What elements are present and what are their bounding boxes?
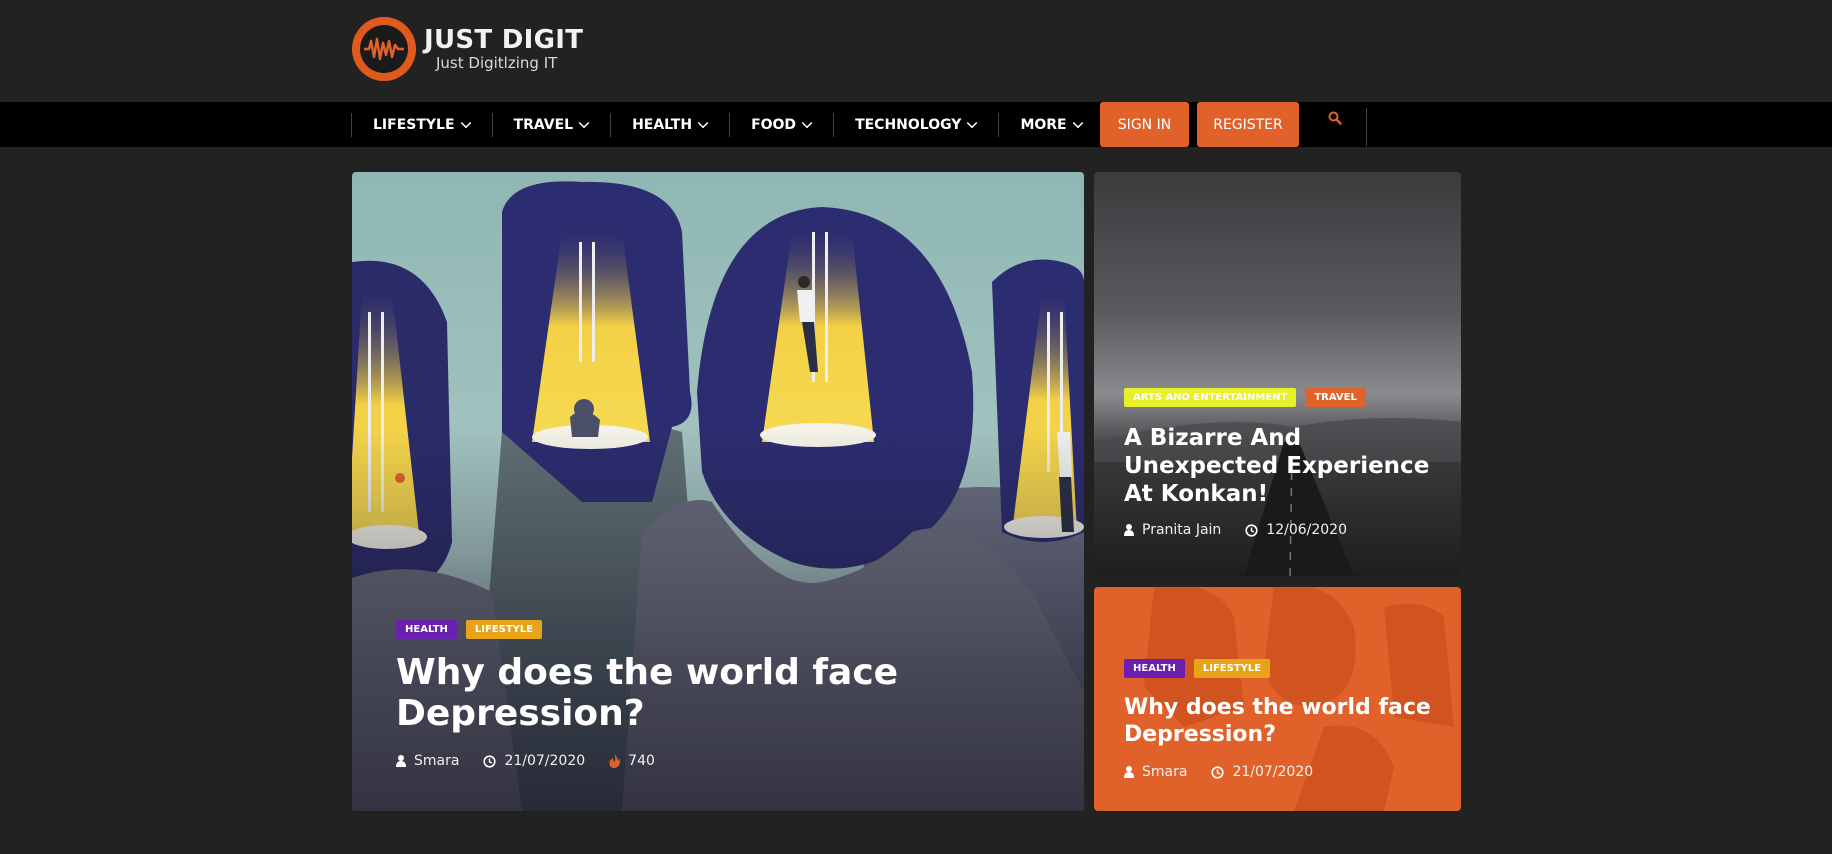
fire-icon [609, 754, 621, 768]
nav-item-label: TECHNOLOGY [855, 116, 962, 133]
tag-health[interactable]: HEALTH [1124, 659, 1185, 678]
user-icon [396, 755, 406, 767]
nav-item-label: MORE [1020, 116, 1067, 133]
site-tagline: Just Digitlzing IT [436, 54, 558, 72]
site-logo[interactable]: JUST DIGIT Just Digitlzing IT [352, 17, 583, 81]
search-icon[interactable] [1328, 111, 1342, 125]
featured-post-side-1[interactable]: ARTS AND ENTERTAINMENT TRAVEL A Bizarre … [1094, 172, 1461, 576]
clock-icon [1211, 765, 1225, 779]
post-date: 21/07/2020 [1232, 764, 1314, 780]
nav-item-technology[interactable]: TECHNOLOGY [833, 112, 998, 137]
nav-item-food[interactable]: FOOD [729, 112, 833, 137]
post-meta: Smara 21/07/2020 740 [396, 753, 679, 769]
nav-item-label: LIFESTYLE [373, 116, 455, 133]
post-tags: ARTS AND ENTERTAINMENT TRAVEL [1124, 388, 1366, 407]
post-author[interactable]: Smara [414, 753, 459, 769]
nav-item-label: TRAVEL [513, 116, 574, 133]
tag-travel[interactable]: TRAVEL [1305, 388, 1366, 407]
clock-icon [1245, 523, 1258, 537]
chevron-down-icon [967, 117, 978, 129]
post-title[interactable]: Why does the world face Depression? [396, 652, 996, 734]
tag-arts-and-entertainment[interactable]: ARTS AND ENTERTAINMENT [1124, 388, 1297, 407]
tag-lifestyle[interactable]: LIFESTYLE [1193, 659, 1271, 678]
user-icon [1124, 766, 1134, 778]
clock-icon [483, 754, 497, 768]
logo-waveform-icon [352, 17, 416, 81]
post-meta: Smara 21/07/2020 [1124, 764, 1337, 780]
chevron-down-icon [1072, 117, 1083, 129]
post-author[interactable]: Smara [1142, 764, 1187, 780]
chevron-down-icon [697, 117, 709, 129]
tag-health[interactable]: HEALTH [396, 620, 457, 639]
post-title[interactable]: Why does the world face Depression? [1124, 694, 1454, 748]
post-author[interactable]: Pranita Jain [1142, 522, 1221, 538]
main-nav: LIFESTYLE TRAVEL HEALTH FOOD TECHNOLOGY … [0, 102, 1832, 147]
nav-divider [1366, 108, 1367, 146]
chevron-down-icon [460, 117, 471, 129]
featured-post-side-2[interactable]: HEALTH LIFESTYLE Why does the world face… [1094, 587, 1461, 811]
user-icon [1124, 524, 1134, 536]
register-button[interactable]: REGISTER [1197, 102, 1299, 147]
nav-item-health[interactable]: HEALTH [610, 112, 729, 137]
chevron-down-icon [578, 117, 590, 129]
road-illustration [1094, 418, 1461, 576]
sign-in-button[interactable]: SIGN IN [1100, 102, 1189, 147]
nav-item-label: FOOD [751, 116, 797, 133]
nav-item-more[interactable]: MORE [998, 112, 1103, 137]
post-date: 21/07/2020 [504, 753, 586, 769]
nav-item-label: HEALTH [632, 116, 693, 133]
post-meta: Pranita Jain 12/06/2020 [1124, 522, 1371, 538]
post-date: 12/06/2020 [1266, 522, 1347, 538]
post-title[interactable]: A Bizarre And Unexpected Experience At K… [1124, 424, 1444, 508]
nav-item-travel[interactable]: TRAVEL [491, 112, 611, 137]
post-tags: HEALTH LIFESTYLE [396, 620, 543, 639]
nav-item-lifestyle[interactable]: LIFESTYLE [351, 112, 492, 137]
chevron-down-icon [801, 117, 813, 129]
featured-post-main[interactable]: HEALTH LIFESTYLE Why does the world face… [352, 172, 1084, 811]
site-header: JUST DIGIT Just Digitlzing IT [0, 0, 1832, 102]
site-title: JUST DIGIT [424, 25, 584, 55]
post-views: 740 [628, 753, 655, 769]
tag-lifestyle[interactable]: LIFESTYLE [465, 620, 543, 639]
post-tags: HEALTH LIFESTYLE [1124, 659, 1271, 678]
